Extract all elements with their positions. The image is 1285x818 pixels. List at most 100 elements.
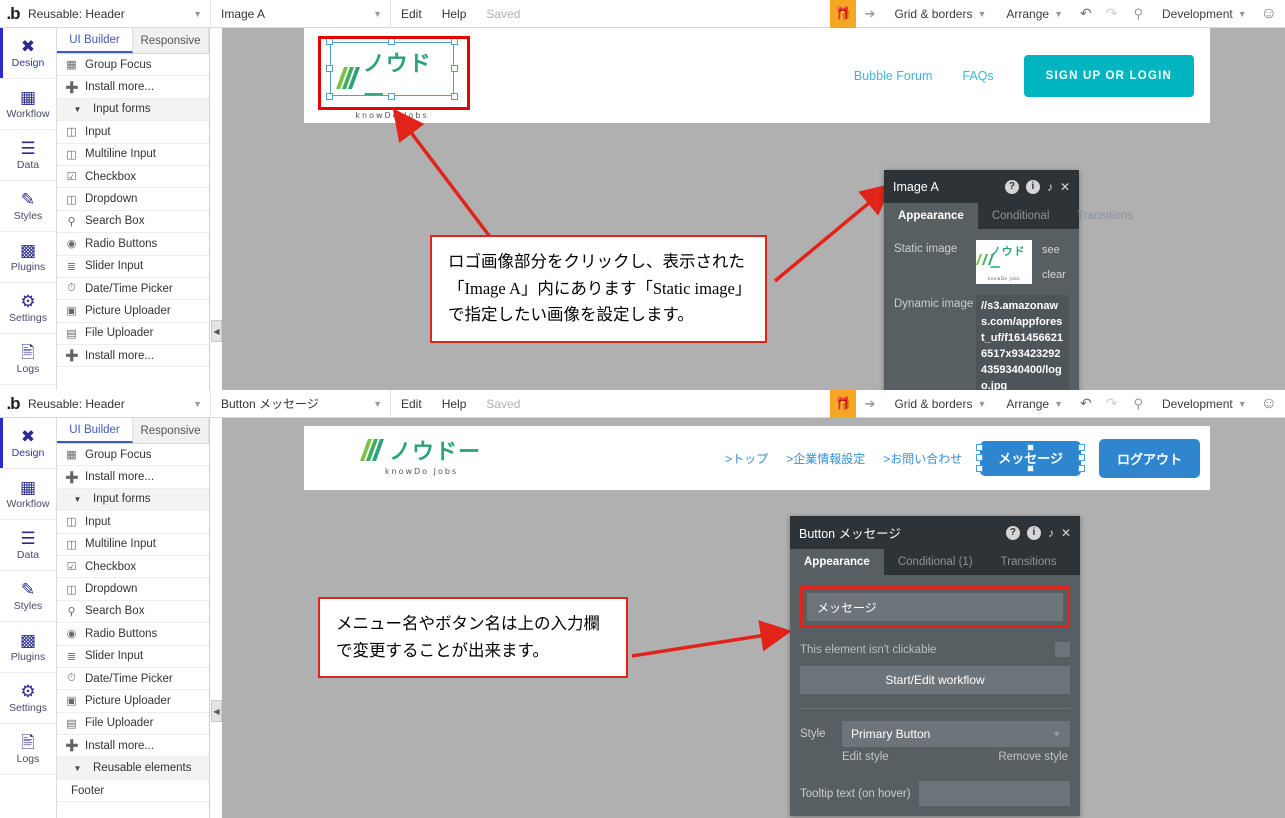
message-button-selection[interactable]: メッセージ — [976, 441, 1085, 476]
see-link[interactable]: see — [1042, 244, 1066, 256]
palette-item-file-uploader[interactable]: ▤ File Uploader — [57, 323, 209, 346]
resize-handle[interactable] — [976, 454, 984, 461]
search-icon[interactable]: ⚲ — [1124, 6, 1152, 22]
sidebar-item-design[interactable]: ✖ Design — [0, 418, 56, 469]
search-icon[interactable]: ⚲ — [1124, 396, 1152, 412]
tab-transitions[interactable]: Transitions — [1063, 203, 1147, 229]
tab-conditional[interactable]: Conditional — [978, 203, 1064, 229]
pointer-icon[interactable]: ➔ — [856, 396, 885, 412]
palette-item-radio-buttons[interactable]: ◉ Radio Buttons — [57, 233, 209, 256]
close-icon[interactable]: ✕ — [1060, 180, 1070, 194]
resize-handle[interactable] — [1026, 444, 1034, 451]
sidebar-item-styles[interactable]: ✎ Styles — [0, 181, 56, 232]
comment-icon[interactable]: ♪ — [1048, 526, 1054, 540]
version-menu[interactable]: Development ▼ — [1152, 7, 1257, 21]
tab-ui-builder[interactable]: UI Builder — [57, 28, 133, 53]
resize-handle[interactable] — [1077, 454, 1085, 461]
sidebar-item-design[interactable]: ✖ Design — [0, 28, 56, 79]
palette-section-reusable-elements[interactable]: ▼ Reusable elements — [57, 757, 209, 780]
resize-handle[interactable] — [976, 465, 984, 472]
help-icon[interactable]: ? — [1005, 525, 1020, 540]
site-logo[interactable]: ノウドー knowDo Jobs — [359, 434, 481, 476]
palette-item-radio-buttons[interactable]: ◉ Radio Buttons — [57, 623, 209, 646]
remove-style-link[interactable]: Remove style — [998, 751, 1068, 763]
palette-item-install-more-2[interactable]: ➕ Install more... — [57, 345, 209, 368]
not-clickable-checkbox[interactable] — [1055, 642, 1070, 657]
palette-item-dropdown[interactable]: ◫ Dropdown — [57, 188, 209, 211]
tab-appearance[interactable]: Appearance — [790, 549, 884, 575]
palette-item-dropdown[interactable]: ◫ Dropdown — [57, 578, 209, 601]
tab-transitions[interactable]: Transitions — [987, 549, 1071, 575]
palette-item-input[interactable]: ◫ Input — [57, 511, 209, 534]
help-menu[interactable]: Help — [432, 397, 477, 411]
palette-item-search-box[interactable]: ⚲ Search Box — [57, 211, 209, 234]
logout-button[interactable]: ログアウト — [1098, 438, 1200, 478]
element-selector[interactable]: Button メッセージ ▼ — [211, 390, 391, 418]
gift-icon[interactable]: 🎁 — [829, 0, 856, 28]
sidebar-item-plugins[interactable]: ▩ Plugins — [0, 232, 56, 283]
edit-menu[interactable]: Edit — [391, 397, 432, 411]
palette-item-multiline-input[interactable]: ◫ Multiline Input — [57, 144, 209, 166]
version-menu[interactable]: Development ▼ — [1152, 397, 1257, 411]
palette-item-footer[interactable]: Footer — [57, 780, 209, 803]
clear-link[interactable]: clear — [1042, 269, 1066, 281]
sidebar-item-data[interactable]: ☰ Data — [0, 520, 56, 571]
gift-icon[interactable]: 🎁 — [829, 390, 856, 418]
sidebar-item-styles[interactable]: ✎ Styles — [0, 571, 56, 622]
sidebar-item-data[interactable]: ☰ Data — [0, 130, 56, 181]
nav-link-contact[interactable]: >お問い合わせ — [883, 450, 962, 467]
palette-item-install-more[interactable]: ➕ Install more... — [57, 466, 209, 489]
edit-menu[interactable]: Edit — [391, 7, 432, 21]
palette-item-datetime-picker[interactable]: ⏱ Date/Time Picker — [57, 278, 209, 301]
sidebar-item-logs[interactable]: 🖹 Logs — [0, 334, 56, 385]
grid-borders-menu[interactable]: Grid & borders ▼ — [884, 7, 996, 21]
tab-responsive[interactable]: Responsive — [133, 28, 209, 53]
grid-borders-menu[interactable]: Grid & borders ▼ — [884, 397, 996, 411]
style-select[interactable]: Primary Button ▼ — [842, 721, 1070, 747]
palette-item-group-focus[interactable]: ▦ Group Focus — [57, 54, 209, 77]
edit-style-link[interactable]: Edit style — [842, 751, 889, 763]
palette-item-checkbox[interactable]: ☑ Checkbox — [57, 166, 209, 189]
palette-section-input-forms[interactable]: ▼ Input forms — [57, 98, 209, 122]
help-icon[interactable]: ? — [1004, 179, 1019, 194]
help-menu[interactable]: Help — [432, 7, 477, 21]
palette-section-input-forms[interactable]: ▼ Input forms — [57, 488, 209, 512]
comment-icon[interactable]: ♪ — [1047, 180, 1053, 194]
page-selector[interactable]: Reusable: Header ▼ — [26, 390, 211, 418]
sidebar-item-settings[interactable]: ⚙ Settings — [0, 283, 56, 334]
resize-handle[interactable] — [1026, 465, 1034, 472]
resize-handle[interactable] — [1077, 465, 1085, 472]
undo-icon[interactable]: ↶ — [1073, 395, 1099, 412]
start-edit-workflow-button[interactable]: Start/Edit workflow — [800, 666, 1070, 694]
sidebar-item-workflow[interactable]: ▦ Workflow — [0, 469, 56, 520]
palette-item-picture-uploader[interactable]: ▣ Picture Uploader — [57, 300, 209, 323]
palette-item-datetime-picker[interactable]: ⏱ Date/Time Picker — [57, 668, 209, 691]
arrange-menu[interactable]: Arrange ▼ — [996, 397, 1073, 411]
button-text-input[interactable]: メッセージ — [807, 593, 1063, 621]
nav-link-top[interactable]: >トップ — [725, 450, 768, 467]
dynamic-image-url[interactable]: //s3.amazonaws.com/appforest_uf/f1614566… — [976, 295, 1069, 390]
palette-item-group-focus[interactable]: ▦ Group Focus — [57, 444, 209, 467]
info-icon[interactable]: i — [1025, 179, 1040, 194]
tab-conditional[interactable]: Conditional (1) — [884, 549, 987, 575]
sidebar-item-workflow[interactable]: ▦ Workflow — [0, 79, 56, 130]
tab-responsive[interactable]: Responsive — [133, 418, 209, 443]
sidebar-item-logs[interactable]: 🖹 Logs — [0, 724, 56, 775]
account-icon[interactable]: ☺ — [1257, 5, 1285, 23]
nav-link-bubble-forum[interactable]: Bubble Forum — [854, 69, 933, 83]
arrange-menu[interactable]: Arrange ▼ — [996, 7, 1073, 21]
palette-item-file-uploader[interactable]: ▤ File Uploader — [57, 713, 209, 736]
palette-item-install-more[interactable]: ➕ Install more... — [57, 76, 209, 99]
signup-login-button[interactable]: SIGN UP OR LOGIN — [1023, 54, 1194, 97]
palette-item-input[interactable]: ◫ Input — [57, 121, 209, 144]
sidebar-item-plugins[interactable]: ▩ Plugins — [0, 622, 56, 673]
undo-icon[interactable]: ↶ — [1073, 5, 1099, 22]
page-selector[interactable]: Reusable: Header ▼ — [26, 0, 211, 28]
close-icon[interactable]: ✕ — [1061, 526, 1071, 540]
palette-item-multiline-input[interactable]: ◫ Multiline Input — [57, 534, 209, 556]
tab-appearance[interactable]: Appearance — [884, 203, 978, 229]
palette-item-install-more-2[interactable]: ➕ Install more... — [57, 735, 209, 758]
tab-ui-builder[interactable]: UI Builder — [57, 418, 133, 443]
sidebar-item-settings[interactable]: ⚙ Settings — [0, 673, 56, 724]
palette-item-picture-uploader[interactable]: ▣ Picture Uploader — [57, 690, 209, 713]
